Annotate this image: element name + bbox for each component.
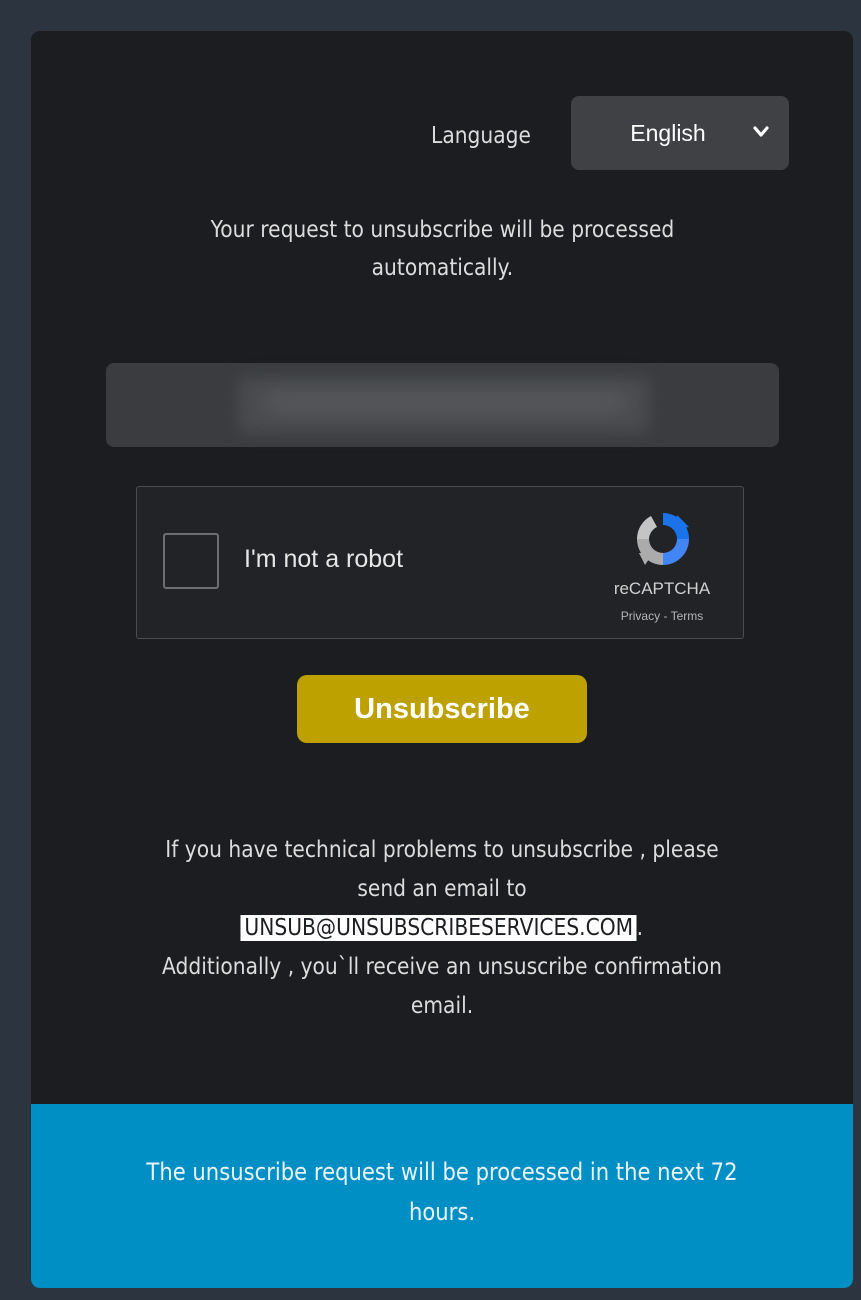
recaptcha-widget: I'm not a robot reCAPTCHA Privacy - Term…: [136, 486, 744, 639]
recaptcha-logo-icon: [637, 513, 689, 565]
footer-text: The unsuscribe request will be processed…: [51, 1152, 833, 1232]
help-line-1: If you have technical problems to unsubs…: [165, 837, 719, 863]
recaptcha-brand: reCAPTCHA: [613, 579, 711, 598]
footer-line-1: The unsuscribe request will be processed…: [146, 1158, 738, 1186]
help-line-2: send an email to: [357, 876, 527, 902]
help-line-4: Additionally , you`ll receive an unsuscr…: [162, 954, 722, 980]
footer-line-2: hours.: [408, 1198, 476, 1226]
help-line-5: email.: [410, 993, 474, 1019]
recaptcha-terms-link[interactable]: Terms: [671, 609, 704, 623]
intro-text: Your request to unsubscribe will be proc…: [111, 211, 773, 287]
language-selected-value: English: [630, 119, 706, 146]
blurred-email-text: [266, 391, 626, 413]
recaptcha-label: I'm not a robot: [244, 545, 404, 573]
support-email-link[interactable]: UNSUB@UNSUBSCRIBESERVICES.COM: [240, 915, 637, 941]
intro-line-1: Your request to unsubscribe will be proc…: [210, 217, 674, 243]
unsubscribe-button[interactable]: Unsubscribe: [297, 675, 587, 743]
recaptcha-links-separator: -: [660, 609, 671, 623]
help-text: If you have technical problems to unsubs…: [81, 831, 803, 1026]
recaptcha-privacy-link[interactable]: Privacy: [621, 609, 660, 623]
help-line-3: UNSUB@UNSUBSCRIBESERVICES.COM.: [124, 909, 759, 948]
language-select[interactable]: English: [571, 96, 789, 170]
intro-line-2: automatically.: [371, 255, 513, 281]
recaptcha-links: Privacy - Terms: [587, 609, 737, 623]
chevron-down-icon: [753, 126, 769, 137]
footer-notice: The unsuscribe request will be processed…: [31, 1104, 853, 1288]
recaptcha-checkbox[interactable]: [163, 533, 219, 589]
email-suffix: .: [636, 915, 644, 941]
unsubscribe-card: Language English Your request to unsubsc…: [31, 31, 853, 1288]
language-label: Language: [431, 123, 531, 149]
email-field[interactable]: [106, 363, 779, 447]
